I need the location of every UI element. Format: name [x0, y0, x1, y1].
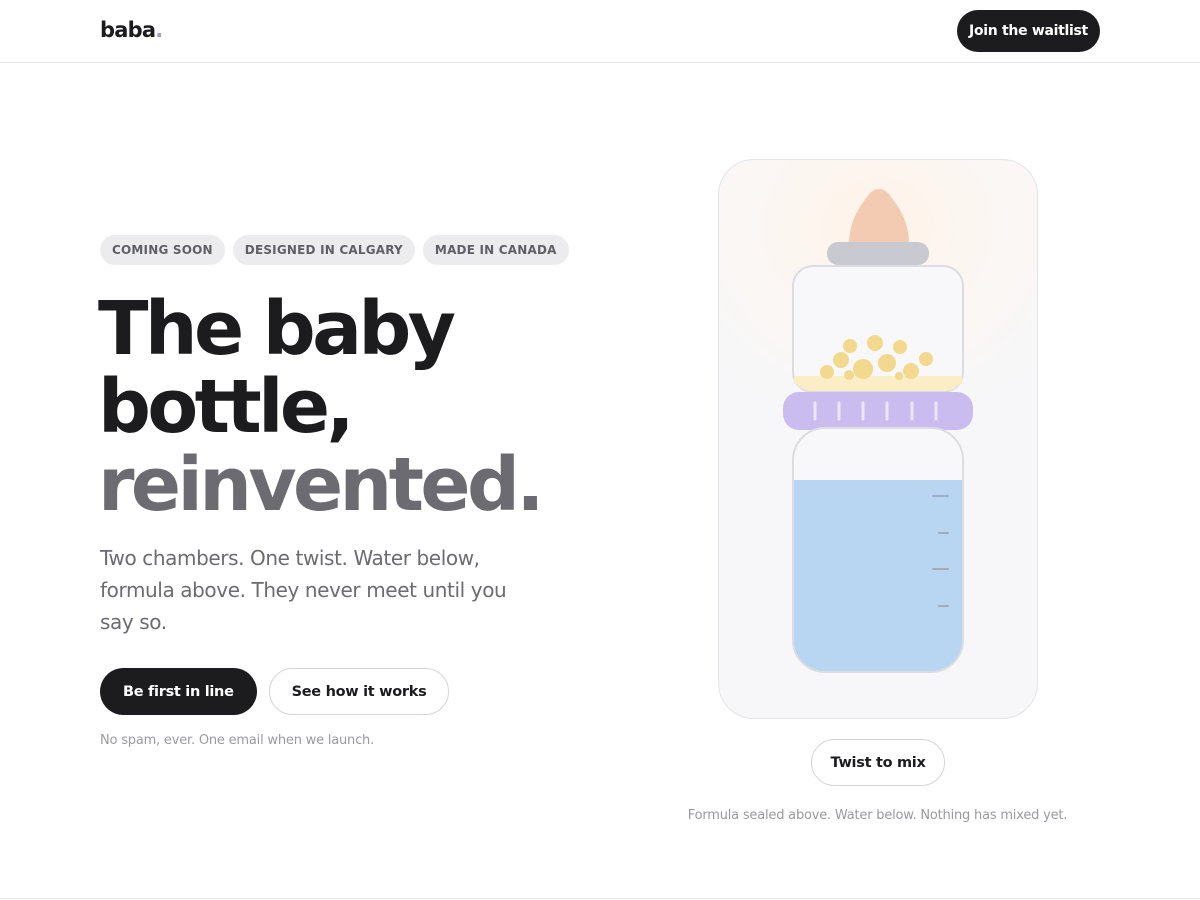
twist-ring — [783, 392, 973, 430]
page-title: The baby bottle, reinvented. — [98, 290, 618, 524]
headline-line-3: reinvented. — [98, 442, 544, 528]
badge-designed-in-calgary: DESIGNED IN CALGARY — [232, 235, 415, 265]
badge-row: COMING SOON DESIGNED IN CALGARY MADE IN … — [100, 235, 569, 265]
hero-description: Two chambers. One twist. Water below, fo… — [100, 546, 507, 634]
nipple-shape — [849, 189, 909, 244]
formula-fill — [794, 376, 962, 384]
baby-bottle-illustration — [783, 189, 973, 673]
cta-row: Be first in line See how it works — [100, 668, 450, 715]
headline-line-1: The baby — [98, 286, 456, 372]
section-divider — [0, 898, 1200, 899]
see-how-it-works-button[interactable]: See how it works — [268, 668, 450, 715]
mix-status-text: Formula sealed above. Water below. Nothi… — [687, 808, 1068, 823]
logo[interactable]: baba. — [100, 18, 163, 42]
logo-dot: . — [155, 18, 163, 42]
badge-coming-soon: COMING SOON — [100, 235, 225, 265]
logo-text: baba — [100, 18, 156, 42]
twist-to-mix-button[interactable]: Twist to mix — [811, 739, 945, 786]
join-waitlist-button[interactable]: Join the waitlist — [957, 10, 1100, 52]
formula-chamber — [792, 265, 964, 393]
bottle-card — [718, 159, 1038, 719]
badge-made-in-canada: MADE IN CANADA — [422, 235, 569, 265]
be-first-in-line-button[interactable]: Be first in line — [100, 668, 257, 715]
bottle-collar — [827, 242, 929, 265]
no-spam-note: No spam, ever. One email when we launch. — [100, 733, 375, 748]
site-header: baba. Join the waitlist — [0, 0, 1200, 63]
headline-line-2: bottle, — [98, 364, 355, 450]
water-fill — [793, 480, 963, 672]
